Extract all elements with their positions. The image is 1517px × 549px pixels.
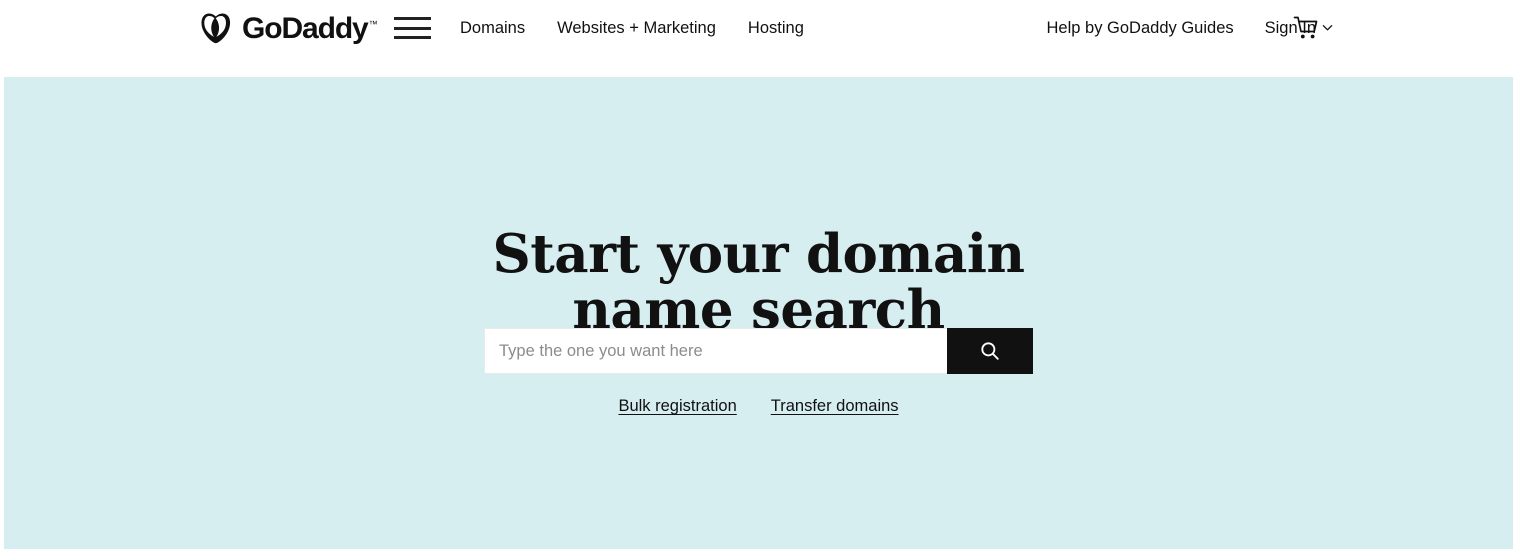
godaddy-wordmark: GoDaddy™ xyxy=(242,12,378,45)
search-icon xyxy=(979,340,1001,362)
domain-search-button[interactable] xyxy=(947,328,1033,374)
nav-item-help-guides[interactable]: Help by GoDaddy Guides xyxy=(1047,19,1234,38)
godaddy-heart-logo-icon xyxy=(197,13,235,44)
page-title: Start your domain name search xyxy=(492,222,1025,341)
nav-item-websites-marketing[interactable]: Websites + Marketing xyxy=(557,19,716,38)
godaddy-domain-search-page: GoDaddy™ Domains Websites + Marketing Ho… xyxy=(0,0,1517,549)
link-transfer-domains[interactable]: Transfer domains xyxy=(771,397,899,416)
link-bulk-registration[interactable]: Bulk registration xyxy=(618,397,736,416)
hamburger-bar xyxy=(394,36,431,39)
hamburger-bar xyxy=(394,26,431,30)
godaddy-logo[interactable]: GoDaddy™ xyxy=(197,11,378,45)
domain-search-input[interactable] xyxy=(484,328,947,374)
hamburger-menu-icon[interactable] xyxy=(394,16,431,40)
shopping-cart-icon[interactable] xyxy=(1291,13,1321,43)
trademark-symbol: ™ xyxy=(368,19,378,29)
hero-section: Start your domain name search Bulk regis… xyxy=(4,77,1513,549)
hero-secondary-links: Bulk registration Transfer domains xyxy=(4,397,1513,416)
nav-item-hosting[interactable]: Hosting xyxy=(748,19,804,38)
domain-search-form xyxy=(484,328,1033,374)
nav-item-domains[interactable]: Domains xyxy=(460,19,525,38)
hamburger-bar xyxy=(394,17,431,20)
primary-nav: Domains Websites + Marketing Hosting xyxy=(460,0,804,77)
chevron-down-icon xyxy=(1322,22,1333,33)
site-header: GoDaddy™ Domains Websites + Marketing Ho… xyxy=(0,0,1517,77)
